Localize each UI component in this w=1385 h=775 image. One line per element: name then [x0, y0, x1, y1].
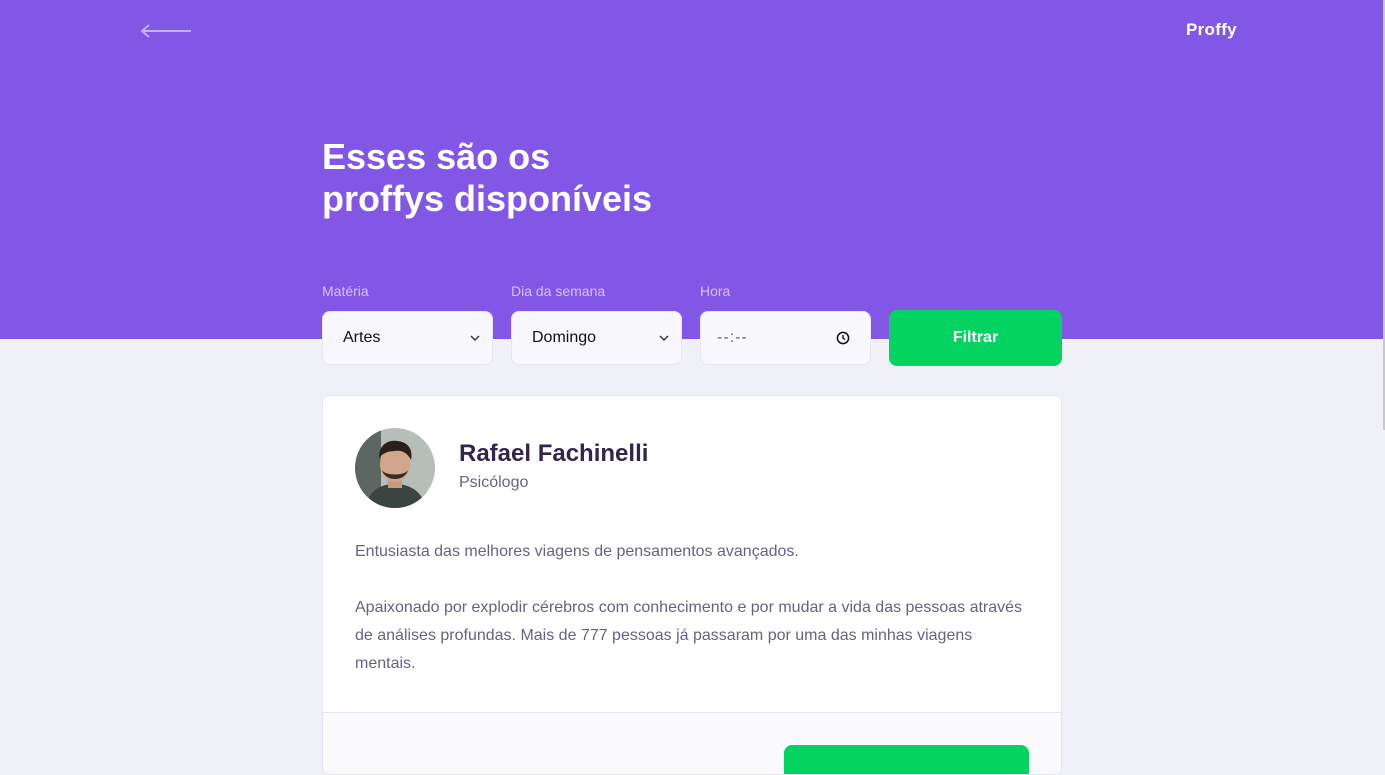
teacher-name: Rafael Fachinelli [459, 440, 649, 467]
title-line-1: Esses são os [322, 136, 551, 177]
teacher-card-footer [323, 712, 1061, 774]
back-button[interactable] [140, 20, 194, 42]
time-input-value: --:-- [717, 329, 748, 346]
chevron-down-icon [470, 335, 480, 341]
time-input[interactable]: --:-- [700, 311, 871, 365]
weekday-select[interactable]: Domingo [511, 311, 682, 365]
clock-icon[interactable] [836, 331, 850, 345]
weekday-label: Dia da semana [511, 283, 606, 299]
teacher-bio-details: Apaixonado por explodir cérebros com con… [355, 599, 1023, 672]
page-title: Esses são os proffys disponíveis [322, 136, 742, 220]
teacher-card: Rafael Fachinelli Psicólogo Entusiasta d… [322, 395, 1062, 775]
teacher-subject: Psicólogo [459, 474, 529, 491]
logo: Proffy [1186, 20, 1237, 39]
chevron-down-icon [659, 335, 669, 341]
subject-label: Matéria [322, 283, 369, 299]
teacher-avatar [355, 428, 435, 508]
subject-select-value: Artes [343, 329, 381, 346]
teacher-bio-intro: Entusiasta das melhores viagens de pensa… [355, 543, 799, 560]
title-line-2: proffys disponíveis [322, 178, 653, 219]
weekday-select-value: Domingo [532, 329, 597, 346]
arrow-left-icon [140, 24, 191, 38]
contact-button[interactable] [784, 745, 1029, 774]
filter-button[interactable]: Filtrar [889, 310, 1062, 366]
subject-select[interactable]: Artes [322, 311, 493, 365]
time-label: Hora [700, 283, 731, 299]
